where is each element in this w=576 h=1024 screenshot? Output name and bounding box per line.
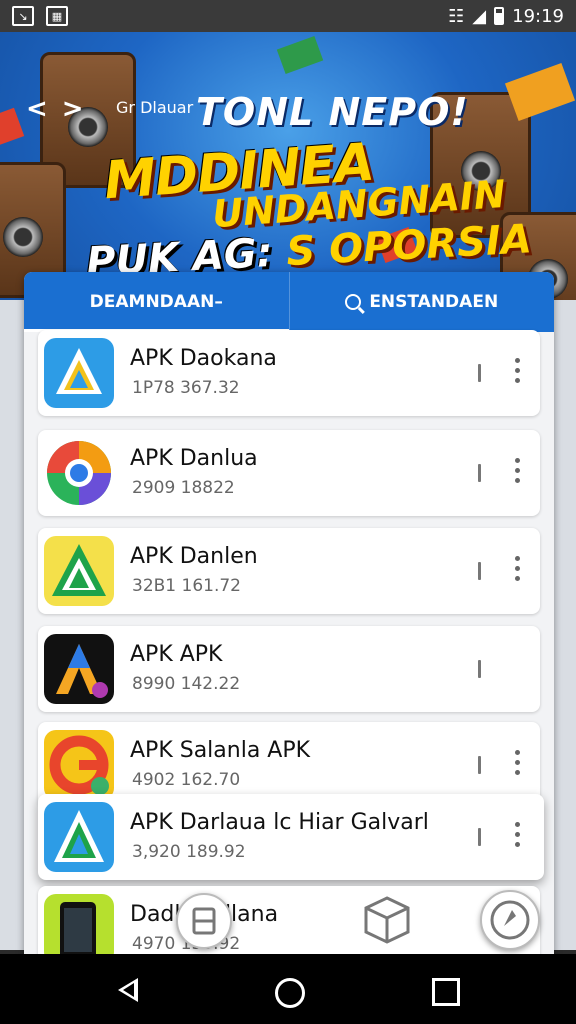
app-title: APK Darlaua lc Hiar Galvarl xyxy=(130,810,429,835)
notification-icon: ↘ xyxy=(12,6,34,26)
flag-decoration xyxy=(504,62,576,122)
green-triangle-app-icon xyxy=(44,536,114,606)
more-options-icon[interactable] xyxy=(510,750,524,780)
flag-decoration xyxy=(0,107,25,147)
search-icon xyxy=(345,294,362,310)
app-title: APK Daokana xyxy=(130,346,277,371)
layout-toggle-button[interactable] xyxy=(176,893,232,949)
phone-app-icon xyxy=(44,894,114,962)
more-options-icon[interactable] xyxy=(510,458,524,488)
banner-navigation[interactable]: < > xyxy=(26,94,84,124)
app-meta: 8990 142.22 xyxy=(132,674,241,694)
app-meta: 1P78 367.32 xyxy=(132,378,240,398)
app-meta: 32B1 161.72 xyxy=(132,576,241,596)
wifi-icon: ☷ xyxy=(448,5,465,27)
list-item[interactable]: APK APK 8990 142.22 xyxy=(38,626,540,712)
app-title: APK Salanla APK xyxy=(130,738,311,763)
system-navigation-bar xyxy=(0,954,576,1024)
app-title: APK Danlen xyxy=(130,544,258,569)
flag-decoration xyxy=(276,35,324,75)
more-options-icon[interactable] xyxy=(510,358,524,388)
divider-mark xyxy=(478,562,481,580)
list-item[interactable]: APK Danlua 2909 18822 xyxy=(38,430,540,516)
chevron-left-icon[interactable]: < xyxy=(26,94,48,124)
tab-search[interactable]: ENSTANDAEN xyxy=(288,272,555,332)
app-title: APK APK xyxy=(130,642,223,667)
red-g-app-icon xyxy=(44,730,114,800)
more-options-icon[interactable] xyxy=(510,556,524,586)
back-icon[interactable] xyxy=(118,978,138,1002)
app-list-card: DEAMNDAAN– ENSTANDAEN APK Daokana 1P78 3… xyxy=(24,272,554,962)
tab-label: DEAMNDAAN– xyxy=(89,292,223,312)
app-title: APK Danlua xyxy=(130,446,258,471)
blue-triangle-app-icon xyxy=(44,802,114,872)
divider-mark xyxy=(478,756,481,774)
clock: 19:19 xyxy=(512,5,564,27)
image-notification-icon: ▦ xyxy=(46,6,68,26)
divider-mark xyxy=(478,364,481,382)
chat-icon[interactable] xyxy=(480,890,540,950)
more-options-icon[interactable] xyxy=(510,822,524,852)
orange-a-app-icon xyxy=(44,634,114,704)
recent-apps-icon[interactable] xyxy=(432,978,460,1006)
blue-triangle-app-icon xyxy=(44,338,114,408)
divider-mark xyxy=(478,660,481,678)
banner-caption: Gr Dlauar xyxy=(116,98,194,117)
battery-icon xyxy=(494,7,505,25)
tab-download[interactable]: DEAMNDAAN– xyxy=(24,272,289,332)
list-item[interactable]: APK Daokana 1P78 367.32 xyxy=(38,330,540,416)
status-bar: ↘ ▦ ☷ ◢ 19:19 xyxy=(0,0,576,32)
package-icon[interactable] xyxy=(360,894,414,946)
signal-icon: ◢ xyxy=(472,5,487,27)
multicolor-circle-app-icon xyxy=(44,438,114,508)
banner-headline-top: TONL NEPO! xyxy=(196,90,469,134)
chevron-right-icon[interactable]: > xyxy=(62,94,84,124)
list-item-dragging[interactable]: APK Darlaua lc Hiar Galvarl 3,920 189.92 xyxy=(38,794,544,880)
app-meta: 2909 18822 xyxy=(132,478,235,498)
divider-mark xyxy=(478,464,481,482)
list-item[interactable]: APK Danlen 32B1 161.72 xyxy=(38,528,540,614)
divider-mark xyxy=(478,828,481,846)
status-right: ☷ ◢ 19:19 xyxy=(448,0,564,32)
list-item[interactable]: Dadla Udlana 4970 150.92 xyxy=(38,886,540,962)
app-meta: 4902 162.70 xyxy=(132,770,241,790)
tab-label: ENSTANDAEN xyxy=(369,292,499,312)
home-icon[interactable] xyxy=(275,978,305,1008)
tab-bar: DEAMNDAAN– ENSTANDAEN xyxy=(24,272,554,332)
app-meta: 3,920 189.92 xyxy=(132,842,246,862)
